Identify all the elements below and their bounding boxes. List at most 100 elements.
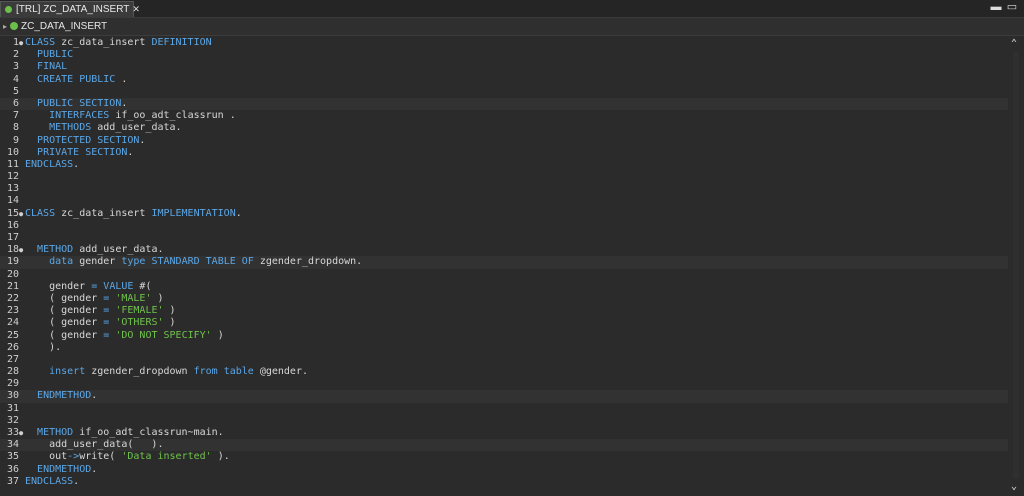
code-line[interactable]: 32 (0, 415, 1016, 427)
code-line[interactable]: 26 ). (0, 342, 1016, 354)
code-line[interactable]: 9 PROTECTED SECTION. (0, 135, 1016, 147)
code-text[interactable]: ENDCLASS. (25, 476, 79, 488)
code-line[interactable]: 15● CLASS zc_data_insert IMPLEMENTATION. (0, 208, 1016, 220)
code-text[interactable]: FINAL (25, 61, 67, 73)
vertical-scrollbar[interactable]: ⌃ ⌄ (1008, 36, 1024, 496)
code-editor[interactable]: 1● CLASS zc_data_insert DEFINITION 2 PUBLI… (0, 36, 1016, 496)
tab-zc-data-insert[interactable]: [TRL] ZC_DATA_INSERT ✕ (0, 1, 140, 17)
code-token: METHOD (37, 427, 74, 438)
code-line[interactable]: 4 CREATE PUBLIC . (0, 74, 1016, 86)
line-number: 17 (6, 232, 19, 243)
code-text[interactable]: PUBLIC SECTION. (25, 98, 127, 110)
code-text[interactable]: PROTECTED SECTION. (25, 135, 145, 147)
code-text[interactable]: ENDCLASS. (25, 159, 79, 171)
close-tab-icon[interactable]: ✕ (132, 4, 140, 14)
code-line[interactable]: 6 PUBLIC SECTION. (0, 97, 1016, 111)
code-line[interactable]: 2 PUBLIC (0, 49, 1016, 61)
code-text[interactable]: gender = VALUE #( (25, 281, 151, 293)
code-lines[interactable]: 1● CLASS zc_data_insert DEFINITION 2 PUBLI… (0, 37, 1016, 488)
code-line[interactable]: 1● CLASS zc_data_insert DEFINITION (0, 37, 1016, 49)
code-text[interactable]: ( gender = 'DO NOT SPECIFY' ) (25, 330, 224, 342)
code-line[interactable]: 13 (0, 183, 1016, 195)
code-text[interactable]: CREATE PUBLIC . (25, 74, 127, 86)
code-token: add_user_data( ). (25, 439, 164, 451)
code-token: . (91, 390, 98, 402)
code-text[interactable]: data gender type STANDARD TABLE OF zgend… (25, 256, 362, 268)
code-line[interactable]: 14 (0, 195, 1016, 207)
breadcrumb-label[interactable]: ZC_DATA_INSERT (21, 21, 107, 32)
maximize-button[interactable]: ▭ (1004, 0, 1020, 13)
editor-tab-bar: [TRL] ZC_DATA_INSERT ✕ ▬ ▭ (0, 0, 1024, 18)
code-line[interactable]: 28 insert zgender_dropdown from table @g… (0, 366, 1016, 378)
code-text[interactable]: ( gender = 'OTHERS' ) (25, 317, 175, 329)
code-line[interactable]: 24 ( gender = 'OTHERS' ) (0, 317, 1016, 329)
code-line[interactable]: 27 (0, 354, 1016, 366)
code-token: CREATE PUBLIC (37, 73, 116, 85)
code-text[interactable]: out->write( 'Data inserted' ). (25, 451, 230, 463)
line-number: 22 (6, 292, 19, 304)
line-number: 35 (6, 451, 19, 463)
code-line[interactable]: 18● METHOD add_user_data. (0, 244, 1016, 256)
code-token: out (25, 451, 68, 463)
code-line[interactable]: 5 (0, 86, 1016, 98)
code-line[interactable]: 22 ( gender = 'MALE' ) (0, 293, 1016, 305)
code-text[interactable]: ( gender = 'FEMALE' ) (25, 305, 175, 317)
line-number: 30 (6, 390, 19, 402)
code-text[interactable]: CLASS zc_data_insert IMPLEMENTATION. (25, 208, 242, 220)
code-text[interactable]: PRIVATE SECTION. (25, 147, 133, 159)
minimize-button[interactable]: ▬ (988, 1, 1004, 13)
code-token: IMPLEMENTATION (151, 207, 236, 219)
code-line[interactable]: 35 out->write( 'Data inserted' ). (0, 451, 1016, 463)
scrollbar-thumb[interactable] (1013, 52, 1019, 478)
code-line[interactable]: 3 FINAL (0, 61, 1016, 73)
code-token: from table (193, 366, 254, 378)
code-text[interactable]: ( gender = 'MALE' ) (25, 293, 163, 305)
code-token: METHOD (37, 244, 74, 256)
abap-class-icon (5, 6, 12, 13)
code-line[interactable]: 11 ENDCLASS. (0, 159, 1016, 171)
code-text[interactable]: METHOD add_user_data. (25, 244, 163, 256)
code-text[interactable]: CLASS zc_data_insert DEFINITION (25, 37, 212, 49)
code-text[interactable]: METHOD if_oo_adt_classrun~main. (25, 427, 224, 439)
line-number: 29 (6, 378, 19, 390)
code-text[interactable]: METHODS add_user_data. (25, 122, 181, 134)
line-number: 27 (6, 353, 19, 365)
code-line[interactable]: 33● METHOD if_oo_adt_classrun~main. (0, 427, 1016, 439)
code-text[interactable]: add_user_data( ). (25, 439, 163, 451)
code-line[interactable]: 30 ENDMETHOD. (0, 390, 1016, 403)
code-line[interactable]: 23 ( gender = 'FEMALE' ) (0, 305, 1016, 317)
code-token: add_user_data. (73, 244, 164, 256)
code-text[interactable]: ENDMETHOD. (25, 464, 97, 476)
line-number: 28 (6, 366, 19, 378)
scroll-up-icon[interactable]: ⌃ (1011, 38, 1017, 49)
code-text[interactable]: insert zgender_dropdown from table @gend… (25, 366, 308, 378)
code-line[interactable]: 8 METHODS add_user_data. (0, 122, 1016, 134)
code-text[interactable]: ENDMETHOD. (25, 390, 97, 402)
code-token: PUBLIC SECTION (37, 97, 122, 109)
code-line[interactable]: 34 add_user_data( ). (0, 439, 1016, 452)
code-line[interactable]: 29 (0, 378, 1016, 390)
code-text[interactable]: INTERFACES if_oo_adt_classrun . (25, 110, 236, 122)
scroll-down-icon[interactable]: ⌄ (1011, 481, 1017, 492)
code-line[interactable]: 10 PRIVATE SECTION. (0, 147, 1016, 159)
code-line[interactable]: 21 gender = VALUE #( (0, 281, 1016, 293)
code-text[interactable]: ). (25, 342, 61, 354)
code-line[interactable]: 37 ENDCLASS. (0, 476, 1016, 488)
line-number: 2 (12, 49, 19, 61)
code-token: . (235, 207, 242, 219)
code-line[interactable]: 36 ENDMETHOD. (0, 464, 1016, 476)
breadcrumb-dropdown-icon[interactable]: ▸ (3, 18, 7, 35)
code-line[interactable]: 12 (0, 171, 1016, 183)
code-text[interactable]: PUBLIC (25, 49, 73, 61)
code-line[interactable]: 7 INTERFACES if_oo_adt_classrun . (0, 110, 1016, 122)
code-line[interactable]: 16 (0, 220, 1016, 232)
line-number: 6 (12, 97, 19, 109)
code-line[interactable]: 17 (0, 232, 1016, 244)
code-line[interactable]: 31 (0, 403, 1016, 415)
code-line[interactable]: 25 ( gender = 'DO NOT SPECIFY' ) (0, 330, 1016, 342)
code-token: ( gender (25, 329, 104, 341)
code-line[interactable]: 19 data gender type STANDARD TABLE OF zg… (0, 256, 1016, 269)
code-line[interactable]: 20 (0, 269, 1016, 281)
